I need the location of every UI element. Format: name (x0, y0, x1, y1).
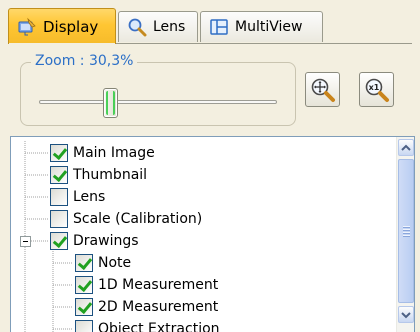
tree-item-label: Main Image (73, 145, 155, 161)
checkbox-scale-calibration[interactable] (50, 210, 68, 228)
zoom-slider-thumb[interactable] (102, 88, 118, 118)
tab-display-label: Display (43, 17, 99, 36)
checkbox-note[interactable] (75, 254, 93, 272)
checkbox-thumbnail[interactable] (50, 166, 68, 184)
tab-strip: Display Lens MultiView (8, 8, 412, 46)
zoom-x1-icon: x1 (365, 78, 389, 102)
zoom-fit-button[interactable] (305, 72, 340, 107)
tab-multiview-label: MultiView (235, 19, 303, 35)
zoom-x1-text: x1 (368, 83, 379, 92)
checkbox-main-image[interactable] (50, 144, 68, 162)
checkbox-2d-measurement[interactable] (75, 298, 93, 316)
tree-item-label: Thumbnail (73, 167, 148, 183)
tree-item-label: Object Extraction (98, 321, 220, 332)
tree-item-label: 2D Measurement (98, 299, 219, 315)
chevron-up-icon (401, 144, 411, 151)
tree-item-main-image[interactable]: Main Image (50, 142, 155, 164)
tree-item-object-extraction[interactable]: Object Extraction (75, 318, 220, 332)
zoom-label: Zoom : 30,3% (31, 53, 138, 69)
scroll-down-button[interactable] (398, 306, 414, 323)
tree-item-label: Lens (73, 189, 106, 205)
checkbox-drawings[interactable] (50, 232, 68, 250)
tree-item-label: Scale (Calibration) (73, 211, 203, 227)
tab-lens-label: Lens (153, 19, 186, 35)
scroll-grip-line (403, 226, 410, 227)
tree-item-2d-measurement[interactable]: 2D Measurement (75, 296, 218, 318)
tab-lens[interactable]: Lens (118, 11, 198, 42)
display-icon (18, 17, 36, 35)
zoom-group: Zoom : 30,3% (20, 53, 296, 126)
scroll-thumb[interactable] (398, 159, 414, 303)
tree-item-label: Note (98, 255, 132, 271)
tree-item-label: 1D Measurement (98, 277, 219, 293)
checkbox-object-extraction[interactable] (75, 320, 93, 332)
tree-item-scale-calibration[interactable]: Scale (Calibration) (50, 208, 202, 230)
layer-tree: Main Image Thumbnail Lens Scale (Calibra… (10, 136, 415, 332)
tree-item-1d-measurement[interactable]: 1D Measurement (75, 274, 218, 296)
zoom-actual-size-button[interactable]: x1 (359, 72, 394, 107)
tree-item-drawings[interactable]: Drawings (50, 230, 139, 252)
scroll-grip-line (403, 232, 410, 233)
checkbox-lens[interactable] (50, 188, 68, 206)
tree-item-lens[interactable]: Lens (50, 186, 105, 208)
magnifier-icon (128, 18, 147, 37)
drawings-collapse-toggle[interactable] (20, 236, 31, 247)
scroll-up-button[interactable] (398, 139, 414, 156)
tree-scrollbar[interactable] (396, 137, 414, 332)
multiview-icon (210, 19, 228, 35)
tree-item-thumbnail[interactable]: Thumbnail (50, 164, 147, 186)
tab-display[interactable]: Display (8, 8, 116, 46)
tree-item-note[interactable]: Note (75, 252, 131, 274)
tab-multiview[interactable]: MultiView (200, 11, 323, 42)
scroll-grip-line (403, 229, 410, 230)
zoom-slider-track[interactable] (39, 100, 277, 104)
tree-item-label: Drawings (73, 233, 139, 249)
chevron-down-icon (401, 311, 411, 318)
checkbox-1d-measurement[interactable] (75, 276, 93, 294)
scroll-grip-line (403, 235, 410, 236)
zoom-fit-icon (311, 78, 335, 102)
